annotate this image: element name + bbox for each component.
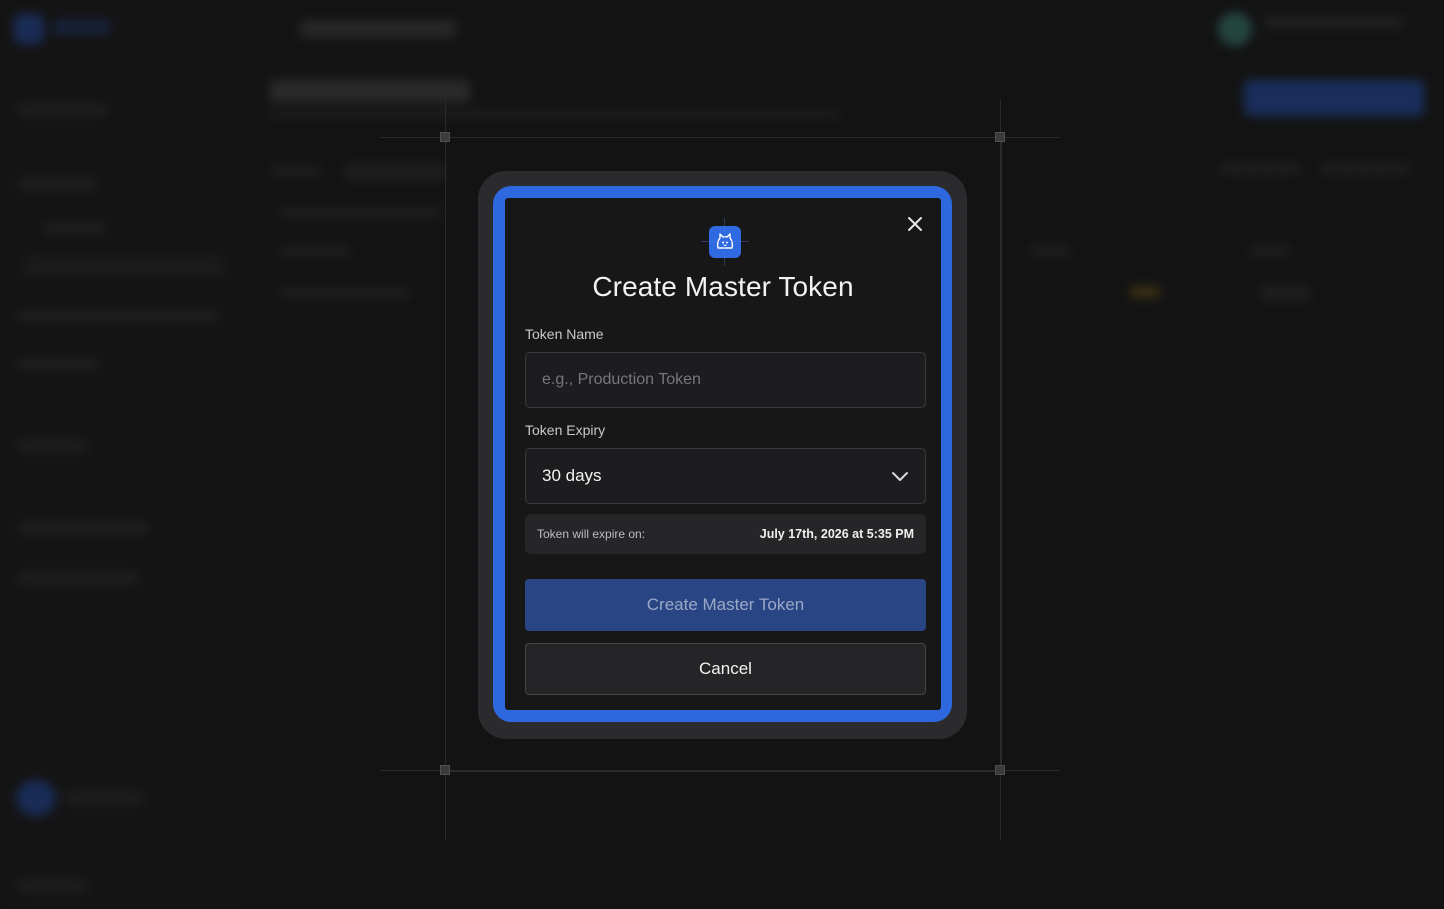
logo-guide-line xyxy=(724,218,725,266)
guide-line xyxy=(380,137,1060,138)
app-logo xyxy=(709,226,741,258)
frame-corner-handle xyxy=(440,132,450,142)
token-name-input[interactable] xyxy=(525,352,926,408)
logo-container xyxy=(701,218,749,266)
close-icon xyxy=(908,217,922,231)
dialog-title: Create Master Token xyxy=(592,271,854,302)
create-master-token-button[interactable]: Create Master Token xyxy=(525,579,926,631)
guide-line xyxy=(445,100,446,840)
cancel-button[interactable]: Cancel xyxy=(525,643,926,695)
frame-corner-handle xyxy=(995,765,1005,775)
expiry-date-value: July 17th, 2026 at 5:35 PM xyxy=(759,527,914,541)
create-master-token-dialog: Create Master Token Token Name Token Exp… xyxy=(505,198,941,710)
frame-corner-handle xyxy=(995,132,1005,142)
cat-logo-icon xyxy=(716,233,734,249)
logo-guide-line xyxy=(701,241,749,242)
token-name-label: Token Name xyxy=(525,326,604,342)
expiry-info-label: Token will expire on: xyxy=(537,527,646,541)
guide-line xyxy=(1000,100,1001,840)
token-expiry-value: 30 days xyxy=(542,466,602,485)
guide-line xyxy=(380,770,1060,771)
close-button[interactable] xyxy=(904,213,926,235)
token-expiry-label: Token Expiry xyxy=(525,422,606,438)
token-expiry-select[interactable]: 30 days xyxy=(525,448,926,504)
chevron-down-icon xyxy=(892,472,908,481)
frame-corner-handle xyxy=(440,765,450,775)
expiry-info-box: Token will expire on: July 17th, 2026 at… xyxy=(525,514,926,554)
